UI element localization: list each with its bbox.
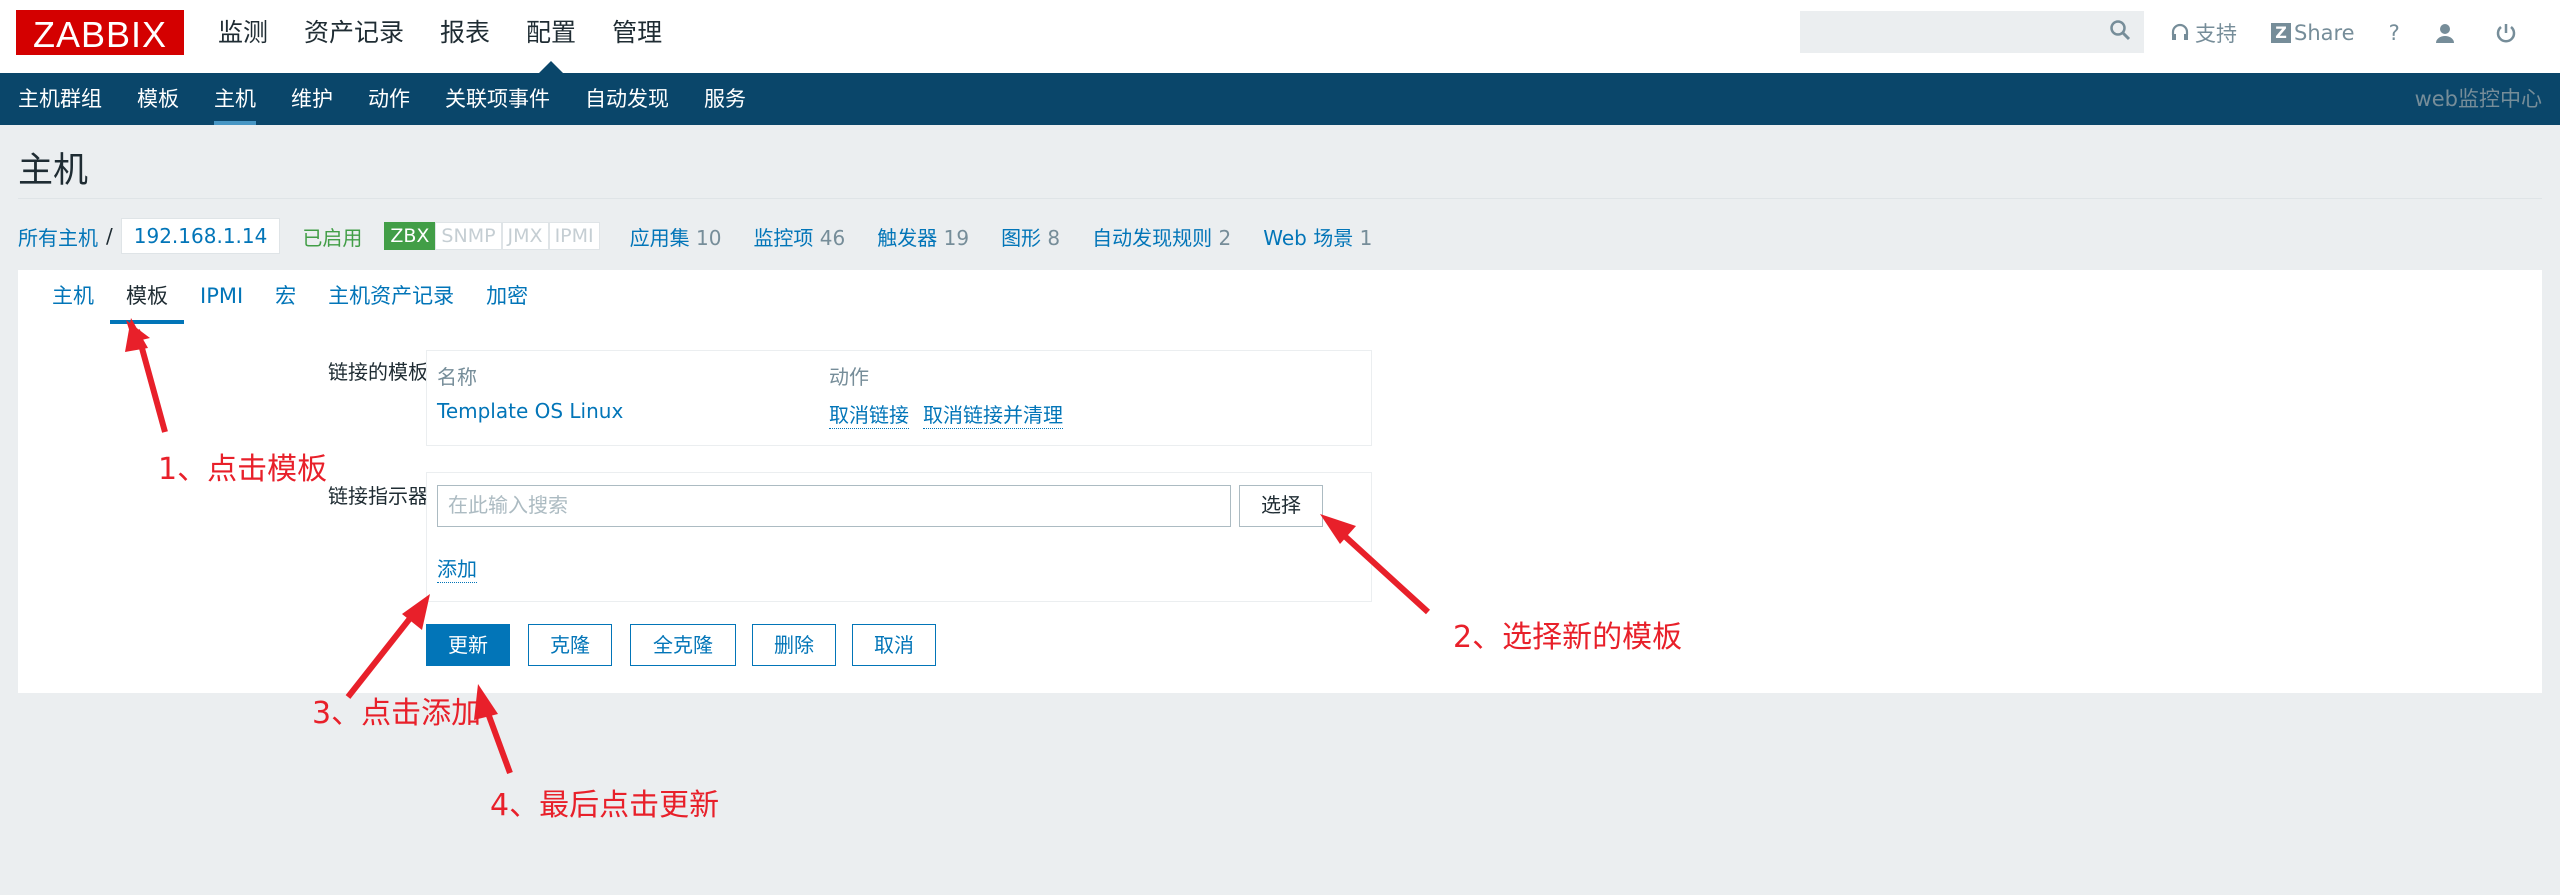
annotation-step-4: 4、最后点击更新: [490, 788, 720, 823]
arrow-step-2: [1320, 514, 1431, 615]
annotation-step-3: 3、点击添加: [312, 696, 482, 731]
arrow-step-1: [125, 318, 168, 433]
annotation-step-1: 1、点击模板: [158, 452, 328, 487]
annotation-step-2: 2、选择新的模板: [1453, 620, 1683, 655]
annotation-arrows: [125, 318, 1431, 775]
arrow-step-3: [345, 594, 430, 699]
